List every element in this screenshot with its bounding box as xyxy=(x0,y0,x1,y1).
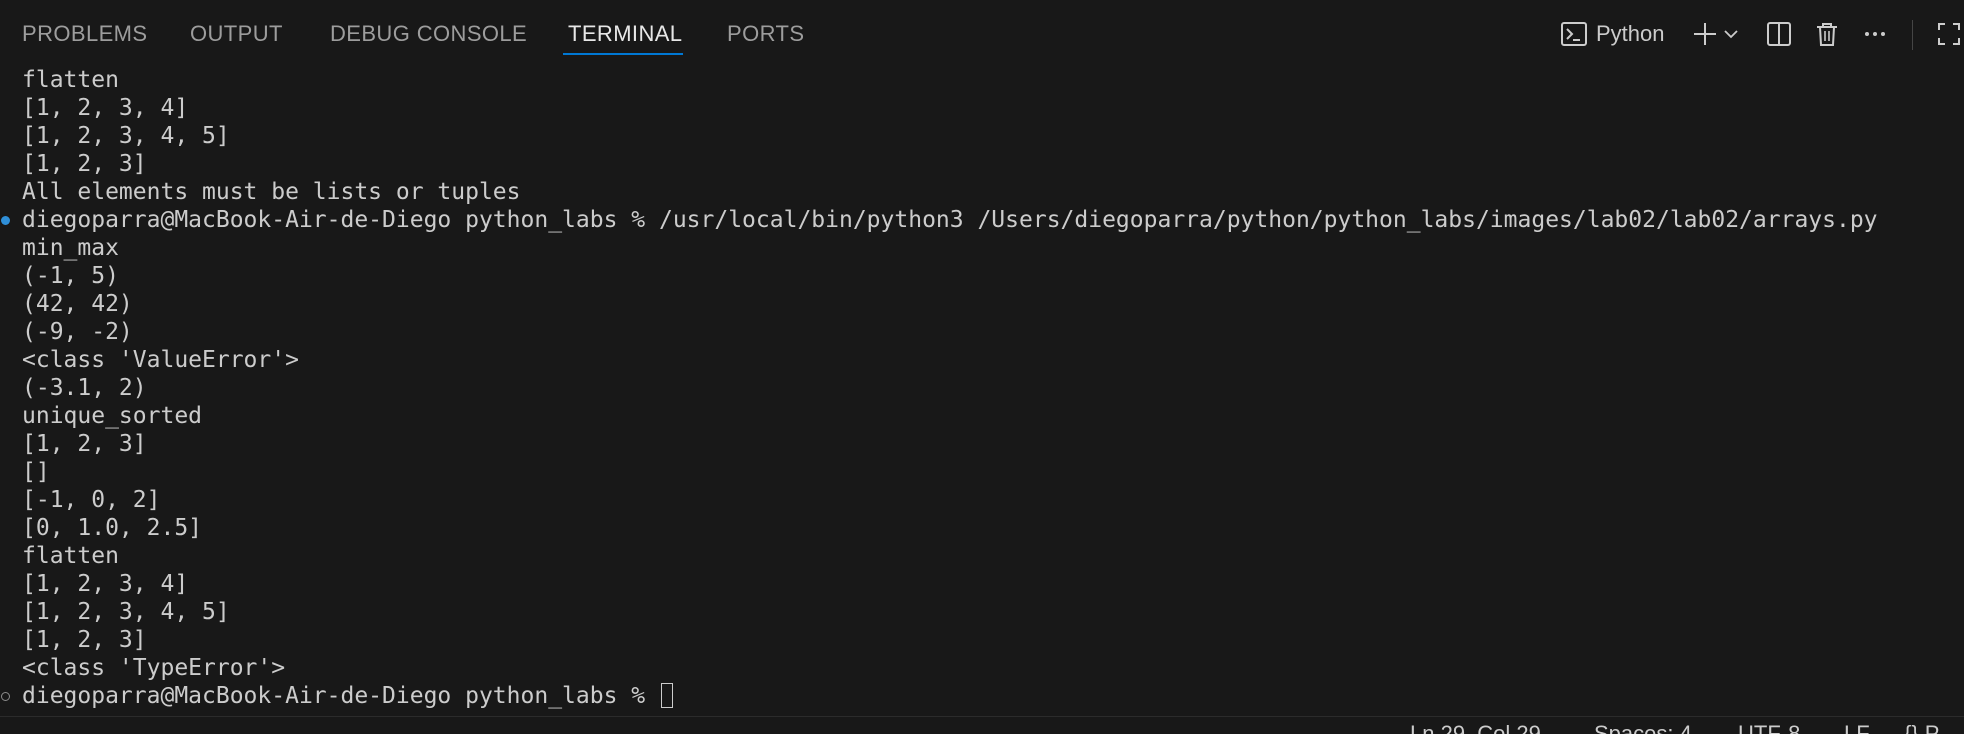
tab-debug-console[interactable]: DEBUG CONSOLE xyxy=(330,18,527,50)
kill-terminal-button[interactable] xyxy=(1812,16,1842,52)
tab-problems[interactable]: PROBLEMS xyxy=(22,18,147,50)
terminal-line: flatten xyxy=(22,67,119,93)
terminal-command-line: diegoparra@MacBook-Air-de-Diego python_l… xyxy=(22,207,1878,233)
launch-profile-button[interactable] xyxy=(1721,16,1741,52)
terminal-profile-button[interactable]: Python xyxy=(1560,16,1665,52)
plus-icon xyxy=(1691,20,1719,48)
terminal-panel: PROBLEMS OUTPUT DEBUG CONSOLE TERMINAL P… xyxy=(0,0,1964,734)
trash-icon xyxy=(1813,20,1841,48)
split-terminal-button[interactable] xyxy=(1764,16,1794,52)
split-icon xyxy=(1765,20,1793,48)
more-actions-button[interactable] xyxy=(1860,16,1890,52)
terminal-line: [] xyxy=(22,459,50,485)
terminal-line: (42, 42) xyxy=(22,291,133,317)
tab-terminal[interactable]: TERMINAL xyxy=(568,18,682,50)
terminal-line: unique_sorted xyxy=(22,403,203,429)
command-pending-decoration[interactable] xyxy=(1,692,10,701)
terminal-line: [1, 2, 3] xyxy=(22,151,147,177)
status-language[interactable]: {} P xyxy=(1904,721,1939,734)
terminal-icon xyxy=(1560,20,1588,48)
tab-ports[interactable]: PORTS xyxy=(727,18,804,50)
terminal-line: All elements must be lists or tuples xyxy=(22,179,521,205)
terminal-prompt-line: diegoparra@MacBook-Air-de-Diego python_l… xyxy=(22,682,673,710)
status-bar: Ln 29, Col 29 Spaces: 4 UTF-8 LF {} P xyxy=(0,716,1964,734)
terminal-line: <class 'TypeError'> xyxy=(22,655,286,681)
terminal-line: <class 'ValueError'> xyxy=(22,347,299,373)
terminal-cursor xyxy=(660,683,673,708)
terminal-shell-label: Python xyxy=(1596,21,1665,46)
terminal-line: [-1, 0, 2] xyxy=(22,487,161,513)
terminal-line: [1, 2, 3, 4, 5] xyxy=(22,599,230,625)
terminal-line: (-9, -2) xyxy=(22,319,133,345)
status-cursor-position[interactable]: Ln 29, Col 29 xyxy=(1410,721,1541,734)
more-icon xyxy=(1861,20,1889,48)
tab-output[interactable]: OUTPUT xyxy=(190,18,283,50)
terminal-line: (-3.1, 2) xyxy=(22,375,147,401)
terminal-line: [0, 1.0, 2.5] xyxy=(22,515,203,541)
toolbar-separator xyxy=(1912,20,1913,50)
new-terminal-button[interactable] xyxy=(1690,16,1720,52)
terminal-line: [1, 2, 3] xyxy=(22,431,147,457)
status-eol[interactable]: LF xyxy=(1844,721,1870,734)
terminal-line: [1, 2, 3, 4] xyxy=(22,571,189,597)
terminal-output[interactable]: flatten [1, 2, 3, 4] [1, 2, 3, 4, 5] [1,… xyxy=(0,66,1964,716)
terminal-line: flatten xyxy=(22,543,119,569)
command-success-decoration[interactable] xyxy=(1,216,10,225)
maximize-icon xyxy=(1935,20,1963,48)
terminal-line: [1, 2, 3, 4, 5] xyxy=(22,123,230,149)
status-indentation[interactable]: Spaces: 4 xyxy=(1594,721,1692,734)
active-tab-indicator xyxy=(563,53,683,55)
chevron-down-icon xyxy=(1722,25,1740,43)
maximize-panel-button[interactable] xyxy=(1934,16,1964,52)
terminal-line: [1, 2, 3] xyxy=(22,627,147,653)
terminal-prompt: diegoparra@MacBook-Air-de-Diego python_l… xyxy=(22,683,659,709)
terminal-line: (-1, 5) xyxy=(22,263,119,289)
terminal-line: min_max xyxy=(22,235,119,261)
terminal-line: [1, 2, 3, 4] xyxy=(22,95,189,121)
panel-tab-bar: PROBLEMS OUTPUT DEBUG CONSOLE TERMINAL P… xyxy=(0,0,1964,64)
status-encoding[interactable]: UTF-8 xyxy=(1738,721,1800,734)
